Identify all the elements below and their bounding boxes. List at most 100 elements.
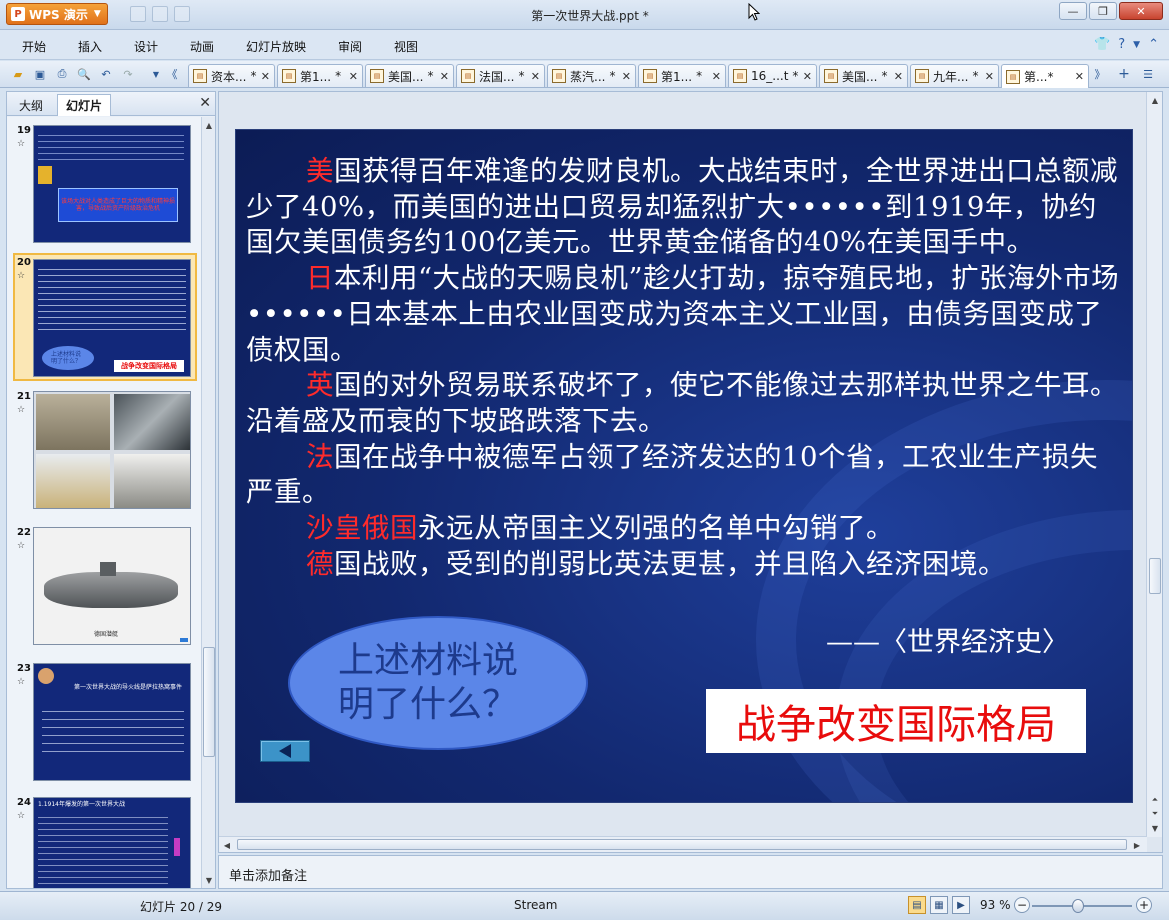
ppt-file-icon: ▤ [552,69,566,83]
scroll-right-icon[interactable]: ▶ [1131,839,1143,851]
menu-slideshow[interactable]: 幻灯片放映 [246,38,306,55]
close-tab-icon[interactable]: ✕ [985,70,994,83]
slide-preview: 该场大战对人类造成了巨大的物质和精神损害，导致战后资产阶级政治危机 [33,125,191,243]
scroll-left-icon[interactable]: ◀ [221,839,233,851]
slide-number: 23 [17,663,31,674]
doc-tab[interactable]: ▤ 蒸汽... * ✕ [547,64,636,87]
close-tab-icon[interactable]: ✕ [531,70,540,83]
tab-outline[interactable]: 大纲 [11,94,51,116]
doc-tab[interactable]: ▤ 第1... * ✕ [638,64,726,87]
doc-tab[interactable]: ▤ 美国... * ✕ [819,64,908,87]
menu-insert[interactable]: 插入 [78,38,102,55]
print-preview-icon[interactable]: 🔍 [76,66,92,82]
new-tab-icon[interactable]: + [1116,66,1132,82]
notes-pane[interactable]: 单击添加备注 [218,855,1163,889]
close-tab-icon[interactable]: ✕ [803,70,812,83]
slide-preview: 德国潜艇 [33,527,191,645]
minimize-button[interactable]: — [1059,2,1087,20]
title-bar: P WPS 演示 ▼ 第一次世界大战.ppt * — ❐ ✕ [0,0,1169,30]
menu-animation[interactable]: 动画 [190,38,214,55]
slide-thumbnail-selected[interactable]: 20 ☆ 上述材料说明了什么？ 战争改变国际格局 [7,255,201,379]
scroll-down-icon[interactable]: ▼ [203,874,215,886]
submarine-image [44,572,178,608]
slide-thumbnail[interactable]: 19 ☆ 该场大战对人类造成了巨大的物质和精神损害，导致战后资产阶级政治危机 [7,123,201,245]
scroll-up-icon[interactable]: ▲ [1149,94,1161,106]
zoom-level[interactable]: 93 % [980,898,1011,912]
slide-body-text[interactable]: 美国获得百年难逢的发财良机。大战结束时，全世界进出口总额减少了40%，而美国的进… [246,154,1122,582]
menu-view[interactable]: 视图 [394,38,418,55]
slide-thumbnail[interactable]: 24 ☆ 1.1914年爆发的第一次世界大战 [7,795,201,888]
doc-tab-label: 蒸汽... [570,69,606,84]
back-action-button[interactable] [260,740,310,762]
maximize-button[interactable]: ❐ [1089,2,1117,20]
zoom-in-icon[interactable]: + [1136,897,1152,913]
slide-thumbnail[interactable]: 21 ☆ [7,389,201,511]
doc-tab[interactable]: ▤ 九年... * ✕ [910,64,999,87]
normal-view-icon[interactable]: ▤ [908,896,926,914]
scroll-thumb[interactable] [203,647,215,757]
doc-tab[interactable]: ▤ 第1... * ✕ [277,64,363,87]
zoom-slider-knob[interactable] [1072,899,1084,913]
slide-sorter-icon[interactable]: ▦ [930,896,948,914]
zoom-out-icon[interactable]: − [1014,897,1030,913]
editor-horizontal-scrollbar[interactable]: ◀ ▶ [219,836,1147,852]
soldier-photo [114,394,190,450]
citation-source[interactable]: ——〈世界经济史〉 [826,620,1069,659]
scroll-thumb[interactable] [237,839,1127,850]
menu-design[interactable]: 设计 [134,38,158,55]
doc-tab[interactable]: ▤ 资本... * ✕ [188,64,275,87]
country-highlight: 美 [306,155,334,187]
skin-icon[interactable]: 👕 [1094,37,1110,52]
help-icon[interactable]: ? [1118,37,1125,52]
doc-tab[interactable]: ▤ 美国... * ✕ [365,64,454,87]
question-bubble[interactable]: 上述材料说明了什么？ [288,616,588,750]
close-tab-icon[interactable]: ✕ [712,70,721,83]
scroll-down-icon[interactable]: ▼ [1149,822,1161,834]
next-slide-icon[interactable]: ⏷ [1149,808,1161,820]
country-highlight: 沙皇俄国 [306,512,418,545]
slide-thumbnail[interactable]: 22 ☆ 德国潜艇 [7,525,201,647]
scroll-up-icon[interactable]: ▲ [203,119,215,131]
previous-slide-icon[interactable]: ⏶ [1149,794,1161,806]
close-button[interactable]: ✕ [1119,2,1163,20]
slide-number: 22 [17,527,31,538]
thumbnail-bubble-text: 上述材料说明了什么？ [51,351,82,365]
paragraph-text: 国战败，受到的削弱比英法更甚，并且陷入经济困境。 [334,547,1006,580]
menu-home[interactable]: 开始 [22,38,46,55]
slideshow-icon[interactable]: ▶ [952,896,970,914]
print-icon[interactable]: ⎙ [54,66,70,82]
redo-icon[interactable]: ↷ [120,66,136,82]
slide-thumbnail[interactable]: 23 ☆ 第一次世界大战的导火线是萨拉热窝事件 [7,661,201,783]
menu-review[interactable]: 审阅 [338,38,362,55]
undo-icon[interactable]: ↶ [98,66,114,82]
close-tab-icon[interactable]: ✕ [1075,70,1084,83]
doc-tab-active[interactable]: ▤ 第...* ✕ [1001,64,1089,88]
answer-textbox[interactable]: 战争改变国际格局 [706,689,1086,753]
doc-tab-modified: * [792,69,799,83]
tab-slides[interactable]: 幻灯片 [57,94,112,116]
save-icon[interactable]: ▣ [32,66,48,82]
close-tab-icon[interactable]: ✕ [622,70,631,83]
tab-scroll-right-icon[interactable]: 》 [1092,66,1108,82]
ribbon-collapse-icon[interactable]: ⌃ [1148,37,1159,52]
close-tab-icon[interactable]: ✕ [261,70,270,83]
close-tab-icon[interactable]: ✕ [440,70,449,83]
slides-pane-scrollbar[interactable]: ▲ ▼ [201,117,215,888]
open-folder-icon[interactable]: ▰ [10,66,26,82]
editor-vertical-scrollbar[interactable]: ▲ ⏶ ⏷ ▼ [1146,92,1162,837]
current-slide[interactable]: 美国获得百年难逢的发财良机。大战结束时，全世界进出口总额减少了40%，而美国的进… [236,130,1132,802]
doc-tab[interactable]: ▤ 法国... * ✕ [456,64,545,87]
close-tab-icon[interactable]: ✕ [349,70,358,83]
close-tab-icon[interactable]: ✕ [894,70,903,83]
chevron-down-icon[interactable]: ▼ [1133,40,1140,52]
tab-scroll-left-icon[interactable]: 《 [164,66,180,82]
thumbnail-caption: 1.1914年爆发的第一次世界大战 [38,801,125,808]
customize-toolbar-icon[interactable]: ▼ [148,66,164,82]
close-pane-icon[interactable]: ✕ [199,95,211,111]
document-tab-bar: ▰ ▣ ⎙ 🔍 ↶ ↷ ▼ 《 ▤ 资本... * ✕ ▤ 第1... * ✕ ▤ 美国...… [0,61,1169,88]
slide-preview: 第一次世界大战的导火线是萨拉热窝事件 [33,663,191,781]
scroll-thumb[interactable] [1149,558,1161,594]
tab-list-icon[interactable]: ☰ [1140,66,1156,82]
doc-tab[interactable]: ▤ 16_...t * ✕ [728,64,817,87]
slide-star-icon: ☆ [17,541,26,551]
